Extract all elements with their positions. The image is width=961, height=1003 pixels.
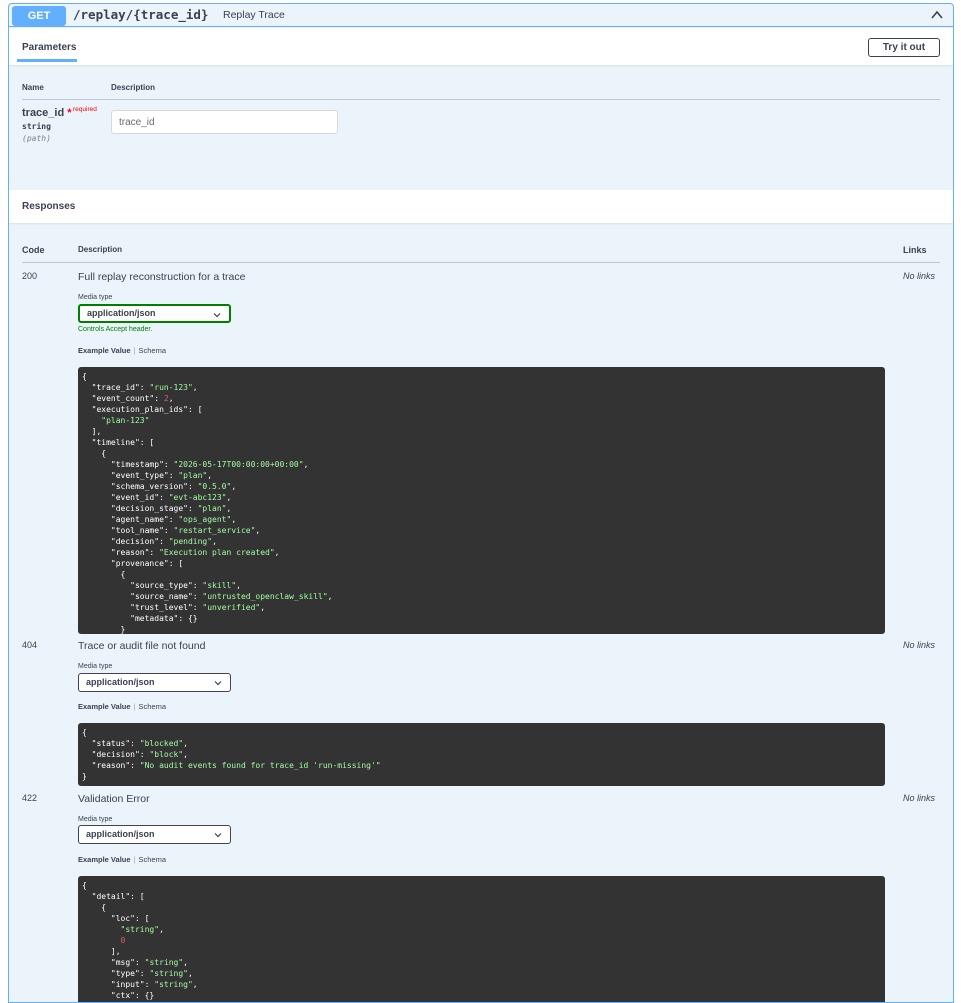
media-type-select-422[interactable]: application/json [78, 825, 231, 844]
code-line: "plan-123" [82, 416, 150, 425]
code-line: "input": "string", [82, 980, 198, 989]
resp-col-description: Description [78, 245, 123, 254]
code-line: "loc": [ [82, 914, 150, 923]
required-star: * [67, 107, 72, 119]
responses-title: Responses [22, 201, 76, 212]
tab-schema-200[interactable]: Schema [138, 346, 166, 355]
param-col-name: Name [22, 83, 44, 92]
code-line: { [82, 728, 87, 737]
example-value-code-422: { "detail": [ { "loc": [ "string", 0 ], … [78, 876, 885, 1002]
code-line: "schema_version": "0.5.0", [82, 482, 237, 491]
chevron-down-icon [214, 681, 222, 686]
code-line: "execution_plan_ids": [ [82, 405, 203, 414]
code-line: { [82, 881, 87, 890]
code-line: "decision_stage": "plan", [82, 504, 232, 513]
code-line: "reason": "Execution plan created", [82, 548, 280, 557]
code-line: { [82, 449, 107, 458]
param-header-divider [22, 99, 940, 100]
code-line: "string", [82, 925, 164, 934]
example-schema-tabs-404: Example Value | Schema [78, 702, 166, 711]
media-type-label-404: Media type [78, 663, 113, 670]
response-description-200: Full replay reconstruction for a trace [78, 271, 246, 283]
code-line: "trust_level": "unverified", [82, 603, 266, 612]
code-line: ], [82, 427, 102, 436]
example-schema-tabs-200: Example Value | Schema [78, 346, 166, 355]
code-line: } [82, 625, 126, 634]
tab-schema-404[interactable]: Schema [138, 702, 166, 711]
code-line: "reason": "No audit events found for tra… [82, 761, 381, 770]
chevron-up-icon[interactable] [929, 7, 945, 23]
operation-block-get-replay: GET /replay/{trace_id} Replay Trace Para… [8, 3, 954, 1003]
response-code-422: 422 [22, 793, 38, 803]
code-line: "source_type": "skill", [82, 581, 241, 590]
required-label: required [73, 106, 97, 113]
code-line: "msg": "string", [82, 958, 188, 967]
resp-header-divider [22, 262, 940, 263]
media-type-label-200: Media type [78, 294, 113, 301]
chevron-down-icon [213, 313, 221, 318]
param-name: trace_id * [22, 107, 72, 119]
code-line: "tool_name": "restart_service", [82, 526, 261, 535]
operation-summary: Replay Trace [223, 9, 285, 21]
param-col-description: Description [111, 83, 156, 92]
tab-schema-422[interactable]: Schema [138, 855, 166, 864]
response-code-404: 404 [22, 640, 38, 650]
tab-parameters[interactable]: Parameters [22, 42, 76, 53]
example-value-code-200: { "trace_id": "run-123", "event_count": … [78, 367, 885, 634]
example-schema-tabs-422: Example Value | Schema [78, 855, 166, 864]
code-line: "source_name": "untrusted_openclaw_skill… [82, 592, 333, 601]
example-value-code-404: { "status": "blocked", "decision": "bloc… [78, 723, 885, 786]
resp-col-code: Code [22, 245, 45, 255]
tab-example-value-422[interactable]: Example Value [78, 855, 131, 864]
param-type: string [22, 122, 51, 131]
code-line: "detail": [ [82, 892, 145, 901]
media-type-select-200[interactable]: application/json [78, 304, 231, 323]
code-line: "event_type": "plan", [82, 471, 213, 480]
response-links-404: No links [903, 640, 936, 650]
code-line: { [82, 903, 107, 912]
response-code-200: 200 [22, 271, 38, 281]
try-it-out-button[interactable]: Try it out [868, 38, 940, 57]
operation-summary-bar[interactable]: GET /replay/{trace_id} Replay Trace [9, 4, 953, 27]
param-location: (path) [22, 134, 51, 143]
tab-example-value-404[interactable]: Example Value [78, 702, 131, 711]
tab-active-underline [17, 59, 77, 62]
code-line: "timeline": [ [82, 438, 155, 447]
code-line: 0 [82, 936, 126, 945]
resp-col-links: Links [903, 245, 927, 255]
code-line: ], [82, 947, 121, 956]
code-line: "trace_id": "run-123", [82, 383, 198, 392]
response-links-200: No links [903, 271, 936, 281]
chevron-down-icon [214, 833, 222, 838]
trace-id-input[interactable] [111, 110, 338, 134]
media-type-select-404[interactable]: application/json [78, 673, 231, 692]
code-line: "timestamp": "2026-05-17T00:00:00+00:00"… [82, 460, 309, 469]
code-line: "metadata": {} [82, 614, 198, 623]
code-line: "decision": "pending", [82, 537, 217, 546]
code-line: { [82, 372, 87, 381]
controls-accept-header-note: Controls Accept header. [78, 326, 153, 333]
code-line: "status": "blocked", [82, 739, 188, 748]
code-line: "event_id": "evt-abc123", [82, 493, 232, 502]
tab-example-value-200[interactable]: Example Value [78, 346, 131, 355]
response-description-422: Validation Error [78, 793, 150, 805]
http-method-badge: GET [12, 6, 66, 26]
code-line: "ctx": {} [82, 991, 155, 1000]
operation-path: /replay/{trace_id} [73, 7, 209, 22]
code-line: } [82, 772, 87, 781]
code-line: { [82, 570, 126, 579]
code-line: "provenance": [ [82, 559, 184, 568]
code-line: "agent_name": "ops_agent", [82, 515, 237, 524]
response-links-422: No links [903, 793, 936, 803]
response-description-404: Trace or audit file not found [78, 640, 206, 652]
code-line: "type": "string", [82, 969, 193, 978]
code-line: "decision": "block", [82, 750, 188, 759]
code-line: "event_count": 2, [82, 394, 174, 403]
media-type-label-422: Media type [78, 816, 113, 823]
parameters-header: Parameters Try it out [9, 28, 953, 65]
responses-header: Responses [9, 190, 953, 223]
